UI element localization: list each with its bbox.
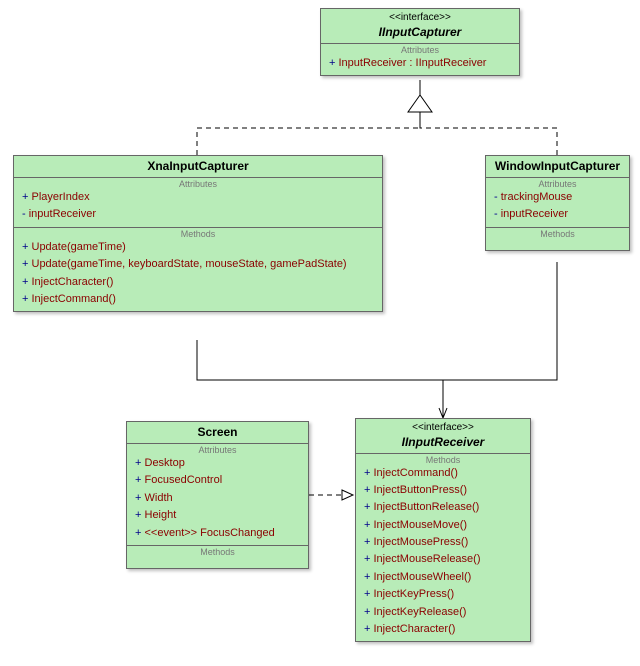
class-name: IInputCapturer (327, 25, 513, 40)
class-header: WindowInputCapturer (486, 156, 629, 178)
methods-section: Methods + InjectCommand() + InjectButton… (356, 454, 530, 642)
class-header: <<interface>> IInputReceiver (356, 419, 530, 454)
stereotype: <<interface>> (327, 12, 513, 25)
attribute-row: + Width (127, 490, 308, 507)
section-label: Attributes (127, 444, 308, 455)
method-row: + InjectMouseRelease() (356, 551, 530, 568)
attribute-row: + Desktop (127, 455, 308, 472)
method-row: + InjectCharacter() (14, 274, 382, 291)
class-iinputreceiver: <<interface>> IInputReceiver Methods + I… (355, 418, 531, 642)
attributes-section: Attributes + Desktop + FocusedControl + … (127, 444, 308, 546)
stereotype: <<interface>> (362, 422, 524, 435)
attributes-section: Attributes - trackingMouse - inputReceiv… (486, 178, 629, 228)
method-row: + InjectButtonRelease() (356, 499, 530, 516)
section-label: Attributes (14, 178, 382, 189)
member-type: : IInputReceiver (406, 57, 486, 69)
method-row: + InjectMouseWheel() (356, 569, 530, 586)
class-name: XnaInputCapturer (20, 159, 376, 174)
class-xnainputcapturer: XnaInputCapturer Attributes + PlayerInde… (13, 155, 383, 312)
section-label: Methods (14, 228, 382, 239)
method-row: + InjectKeyRelease() (356, 604, 530, 621)
class-name: WindowInputCapturer (492, 159, 623, 174)
class-name: IInputReceiver (362, 435, 524, 450)
method-row: + InjectCommand() (356, 465, 530, 482)
method-row: + Update(gameTime) (14, 239, 382, 256)
attribute-row: + <<event>> FocusChanged (127, 525, 308, 542)
attribute-row: + PlayerIndex (14, 189, 382, 206)
attributes-section: Attributes + PlayerIndex - inputReceiver (14, 178, 382, 228)
attribute-row: - inputReceiver (14, 206, 382, 223)
method-row: + InjectCharacter() (356, 621, 530, 638)
section-label: Methods (486, 228, 629, 239)
methods-section: Methods + Update(gameTime) + Update(game… (14, 228, 382, 312)
section-label: Attributes (321, 44, 519, 55)
member-name: InputReceiver (339, 57, 407, 69)
methods-section: Methods (486, 228, 629, 250)
method-row: + Update(gameTime, keyboardState, mouseS… (14, 256, 382, 273)
section-label: Methods (127, 546, 308, 557)
method-row: + InjectMousePress() (356, 534, 530, 551)
attribute-row: - trackingMouse (486, 189, 629, 206)
attributes-section: Attributes + InputReceiver : IInputRecei… (321, 44, 519, 75)
class-name: Screen (133, 425, 302, 440)
class-iinputcapturer: <<interface>> IInputCapturer Attributes … (320, 8, 520, 76)
method-row: + InjectKeyPress() (356, 586, 530, 603)
method-row: + InjectButtonPress() (356, 482, 530, 499)
class-windowinputcapturer: WindowInputCapturer Attributes - trackin… (485, 155, 630, 251)
methods-section: Methods (127, 546, 308, 568)
class-header: Screen (127, 422, 308, 444)
visibility: + (329, 57, 335, 69)
attribute-row: + Height (127, 507, 308, 524)
attribute-row: - inputReceiver (486, 206, 629, 223)
section-label: Attributes (486, 178, 629, 189)
method-row: + InjectMouseMove() (356, 517, 530, 534)
attribute-row: + InputReceiver : IInputReceiver (321, 55, 519, 72)
class-header: XnaInputCapturer (14, 156, 382, 178)
class-header: <<interface>> IInputCapturer (321, 9, 519, 44)
method-row: + InjectCommand() (14, 291, 382, 308)
section-label: Methods (356, 454, 530, 465)
attribute-row: + FocusedControl (127, 472, 308, 489)
class-screen: Screen Attributes + Desktop + FocusedCon… (126, 421, 309, 569)
